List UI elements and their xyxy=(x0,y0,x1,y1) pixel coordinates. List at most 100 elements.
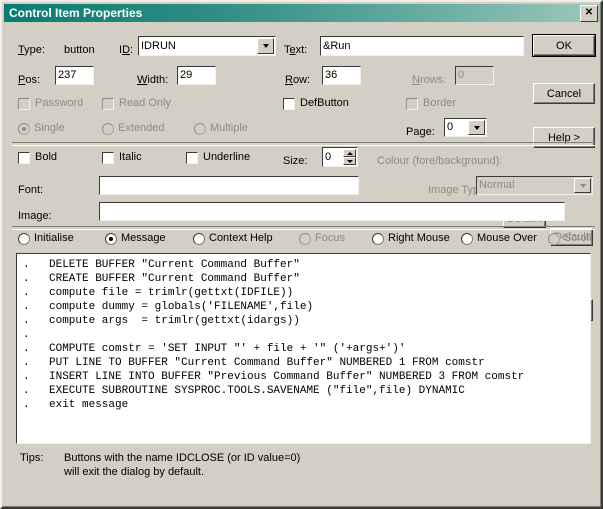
event-radio-dot xyxy=(548,232,560,245)
italic-checkbox[interactable]: Italic xyxy=(102,151,142,164)
font-input[interactable] xyxy=(99,176,359,195)
single-radio: Single xyxy=(18,122,65,135)
chevron-down-icon[interactable] xyxy=(468,120,485,135)
border-checkbox: Border xyxy=(406,97,456,110)
size-stepper-buttons[interactable] xyxy=(343,149,356,165)
type-value: button xyxy=(64,44,95,56)
event-radio-dot[interactable] xyxy=(461,232,473,245)
pos-label: Pos: xyxy=(18,74,41,86)
image-input[interactable] xyxy=(99,202,565,221)
defbutton-checkbox-box[interactable] xyxy=(283,97,295,110)
underline-checkbox-box[interactable] xyxy=(186,151,198,164)
event-radio-dot xyxy=(299,232,311,245)
page-label: Page: xyxy=(406,126,435,138)
divider-2 xyxy=(12,226,595,230)
event-radio-initialise[interactable]: Initialise xyxy=(18,232,74,245)
script-line: . compute args = trimlr(gettxt(idargs)) xyxy=(23,315,300,327)
event-radio-label: Scroll xyxy=(564,232,592,244)
event-radio-label: Message xyxy=(121,232,166,244)
underline-checkbox[interactable]: Underline xyxy=(186,151,250,164)
italic-checkbox-label: Italic xyxy=(119,151,142,163)
size-stepper-value: 0 xyxy=(325,151,332,163)
event-radio-scroll: Scroll xyxy=(548,232,592,245)
control-item-properties-dialog: Control Item Properties ✕ Type: button I… xyxy=(0,0,603,509)
nrows-label: Nrows: xyxy=(412,74,447,86)
multiple-radio: Multiple xyxy=(194,122,248,135)
event-radio-message[interactable]: Message xyxy=(105,232,166,245)
event-radio-dot[interactable] xyxy=(18,232,30,245)
chevron-down-icon xyxy=(574,178,591,193)
size-label: Size: xyxy=(283,155,308,167)
divider-1 xyxy=(12,142,595,146)
single-radio-label: Single xyxy=(34,122,65,134)
stepper-up-icon[interactable] xyxy=(343,149,356,157)
password-checkbox-box xyxy=(18,97,30,110)
text-input[interactable]: &Run xyxy=(320,36,524,56)
underline-checkbox-label: Underline xyxy=(203,151,251,163)
type-label: Type: xyxy=(18,44,45,56)
defbutton-checkbox[interactable]: DefButton xyxy=(283,97,349,110)
italic-checkbox-box[interactable] xyxy=(102,151,114,164)
id-combobox[interactable]: IDRUN xyxy=(138,36,276,56)
size-stepper[interactable]: 0 xyxy=(322,147,358,167)
extended-radio: Extended xyxy=(102,122,164,135)
script-line: . PUT LINE TO BUFFER "Current Command Buf… xyxy=(23,357,485,369)
script-line: . xyxy=(23,329,30,341)
image-type-combobox: Normal xyxy=(476,176,593,195)
readonly-checkbox-box xyxy=(102,97,114,110)
nrows-input: 0 xyxy=(455,66,494,85)
tips-line-2: will exit the dialog by default. xyxy=(64,466,205,478)
password-checkbox-label: Password xyxy=(35,97,84,109)
event-radio-label: Initialise xyxy=(34,232,74,244)
event-radio-dot[interactable] xyxy=(372,232,384,245)
colour-label: Colour (fore/background): xyxy=(377,155,503,167)
readonly-checkbox: Read Only xyxy=(102,97,171,110)
event-radio-label: Mouse Over xyxy=(477,232,537,244)
event-radio-label: Context Help xyxy=(209,232,273,244)
multiple-radio-dot xyxy=(194,122,206,135)
defbutton-checkbox-label: DefButton xyxy=(300,97,349,109)
event-radio-context-help[interactable]: Context Help xyxy=(193,232,273,245)
multiple-radio-label: Multiple xyxy=(210,122,248,134)
bold-checkbox-label: Bold xyxy=(35,151,58,163)
event-radio-label: Right Mouse xyxy=(388,232,450,244)
id-combobox-value: IDRUN xyxy=(141,39,176,52)
script-line: . exit message xyxy=(23,399,129,411)
script-line: . EXECUTE SUBROUTINE SYSPROC.TOOLS.SAVENA… xyxy=(23,385,465,397)
bold-checkbox[interactable]: Bold xyxy=(18,151,57,164)
readonly-checkbox-label: Read Only xyxy=(119,97,171,109)
chevron-down-icon[interactable] xyxy=(257,38,274,54)
password-checkbox: Password xyxy=(18,97,83,110)
ok-button[interactable]: OK xyxy=(532,34,596,57)
width-input[interactable]: 29 xyxy=(177,66,216,85)
script-editor[interactable]: . DELETE BUFFER "Current Command Buffer".… xyxy=(16,253,591,444)
event-radio-right-mouse[interactable]: Right Mouse xyxy=(372,232,450,245)
single-radio-dot xyxy=(18,122,30,135)
close-icon[interactable]: ✕ xyxy=(580,4,598,22)
page-combobox[interactable]: 0 xyxy=(444,118,487,137)
script-line: . DELETE BUFFER "Current Command Buffer" xyxy=(23,259,300,271)
id-label: ID: xyxy=(119,44,134,56)
width-label: Width: xyxy=(137,74,169,86)
page-combobox-value: 0 xyxy=(447,121,454,133)
row-label: Row: xyxy=(285,74,311,86)
titlebar: Control Item Properties ✕ xyxy=(4,4,601,22)
pos-input[interactable]: 237 xyxy=(55,66,94,85)
script-line: . INSERT LINE INTO BUFFER "Previous Comma… xyxy=(23,371,525,383)
event-radio-dot[interactable] xyxy=(193,232,205,245)
cancel-button[interactable]: Cancel xyxy=(533,83,595,104)
event-radio-label: Focus xyxy=(315,232,345,244)
script-line: . compute file = trimlr(gettxt(IDFILE)) xyxy=(23,287,294,299)
extended-radio-label: Extended xyxy=(118,122,165,134)
event-radio-dot[interactable] xyxy=(105,232,117,245)
window-title: Control Item Properties xyxy=(9,6,143,20)
extended-radio-dot xyxy=(102,122,114,135)
bold-checkbox-box[interactable] xyxy=(18,151,30,164)
script-editor-content: . DELETE BUFFER "Current Command Buffer".… xyxy=(17,258,590,412)
image-label: Image: xyxy=(18,210,52,222)
row-input[interactable]: 36 xyxy=(322,66,361,85)
event-radio-focus: Focus xyxy=(299,232,345,245)
stepper-down-icon[interactable] xyxy=(343,157,356,165)
script-line: . COMPUTE comstr = 'SET INPUT "' + file +… xyxy=(23,343,406,355)
event-radio-mouse-over[interactable]: Mouse Over xyxy=(461,232,537,245)
